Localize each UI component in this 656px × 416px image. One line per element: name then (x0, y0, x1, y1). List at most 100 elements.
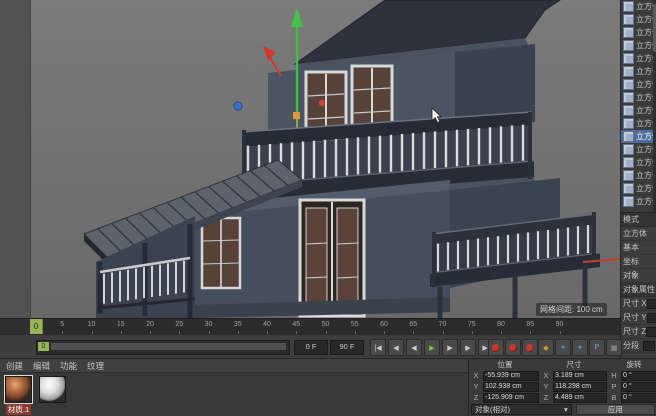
material-menu-bar: 创建 编辑 功能 纹理 (0, 359, 468, 373)
object-manager-item[interactable]: 立方体 (621, 0, 656, 13)
material-item[interactable]: 材质.1 (4, 376, 33, 415)
side-window[interactable] (200, 216, 242, 290)
attribute-value-box[interactable] (646, 298, 656, 309)
material-menu-功能[interactable]: 功能 (60, 360, 77, 372)
record-options-button[interactable] (522, 339, 538, 356)
coord-header-2[interactable]: 尺寸 (541, 360, 607, 370)
object-manager-item[interactable]: 立方体 (621, 91, 656, 104)
timeline-playhead[interactable]: 0 (30, 319, 43, 335)
frame-end-input[interactable]: 90 F (330, 340, 364, 355)
record-keyframe-button[interactable] (488, 339, 504, 356)
object-manager-item[interactable]: 立方体 (621, 13, 656, 26)
ruler-tick-label: 70 (438, 321, 447, 328)
coord-header-3[interactable]: 旋转 (609, 360, 656, 370)
next-frame-button[interactable]: ▶ (442, 339, 458, 356)
goto-start-button[interactable]: |◀ (370, 339, 386, 356)
object-manager-item[interactable]: 立方体 (621, 39, 656, 52)
red-axis-arrow-icon[interactable] (263, 46, 276, 61)
coordinates-grid: 位置 尺寸 旋转 X -55.939 cm X 3.189 cm H 0 ° Y 102.938 c… (471, 360, 656, 403)
red-axis-handle[interactable] (318, 99, 326, 107)
attribute-value-box[interactable] (646, 312, 656, 323)
gizmo-center-handle[interactable] (293, 112, 300, 119)
rotation-value-input[interactable]: 0 ° (621, 393, 656, 403)
material-menu-纹理[interactable]: 纹理 (87, 360, 104, 372)
apply-button[interactable]: 应用 (575, 404, 655, 415)
key-rotation-button[interactable]: ● (572, 339, 588, 356)
double-door[interactable] (298, 198, 366, 318)
key-pla-button[interactable]: ▦ (606, 339, 622, 356)
attribute-row[interactable]: 对象属性 (621, 283, 656, 297)
attribute-row[interactable]: 尺寸 Z (621, 325, 656, 339)
position-value-input[interactable]: 102.938 cm (483, 382, 539, 392)
y-axis-arrow-icon[interactable] (291, 8, 303, 27)
frame-start-input[interactable]: 0 F (294, 340, 328, 355)
house-model[interactable] (83, 0, 601, 318)
previous-frame-button[interactable]: ◀ (406, 339, 422, 356)
ruler-tick-label: 35 (233, 321, 242, 328)
object-manager-item[interactable]: 立方体 (621, 143, 656, 156)
cube-object-icon (623, 105, 634, 116)
material-name-label[interactable]: 材质.1 (5, 404, 32, 415)
attribute-row[interactable]: 基本 (621, 241, 656, 255)
scene-canvas[interactable] (0, 0, 620, 318)
object-manager-item[interactable]: 立方体 (621, 169, 656, 182)
attribute-row[interactable]: 坐标 (621, 255, 656, 269)
application-window: 网格间距: 100 cm 立方体立方体立方体立方体立方体立方体立方体立方体立方体… (0, 0, 656, 416)
rotation-value-input[interactable]: 0 ° (621, 371, 656, 381)
attribute-row[interactable]: 尺寸 X (621, 297, 656, 311)
ruler-tick-label: 55 (350, 321, 359, 328)
object-manager-item[interactable]: 立方体 (621, 182, 656, 195)
size-axis-label: X (543, 371, 549, 380)
material-thumbnail-wood[interactable] (5, 376, 32, 403)
ruler-tick-label: 25 (175, 321, 184, 328)
object-manager-item[interactable]: 立方体 (621, 78, 656, 91)
blue-axis-handle[interactable] (233, 101, 243, 111)
object-manager-item[interactable]: 立方体 (621, 52, 656, 65)
material-manager-panel: 创建 编辑 功能 纹理 材质.1 (0, 358, 468, 416)
key-scale-button[interactable]: ● (555, 339, 571, 356)
object-manager-item[interactable]: 立方体 (621, 65, 656, 78)
attribute-label: 对象 (623, 271, 639, 280)
previous-key-button[interactable]: ◀ (388, 339, 404, 356)
play-button[interactable]: ▶ (424, 339, 440, 356)
attribute-row[interactable]: 对象 (621, 269, 656, 283)
attribute-row[interactable]: 尺寸 Y (621, 311, 656, 325)
size-axis-label: Y (543, 382, 549, 391)
key-parameter-button[interactable]: P (589, 339, 605, 356)
coord-header-1[interactable]: 位置 (471, 360, 539, 370)
size-value-input[interactable]: 3.189 cm (553, 371, 607, 381)
cube-object-icon (623, 1, 634, 12)
attribute-label: 坐标 (623, 257, 639, 266)
current-frame-marker[interactable]: 0 (38, 342, 49, 351)
material-menu-创建[interactable]: 创建 (6, 360, 23, 372)
record-autokey-button[interactable] (505, 339, 521, 356)
attribute-value-box[interactable] (643, 340, 655, 351)
position-value-input[interactable]: -55.939 cm (483, 371, 539, 381)
size-value-input[interactable]: 4.489 cm (553, 393, 607, 403)
size-value-input[interactable]: 118.298 cm (553, 382, 607, 392)
material-item[interactable] (38, 376, 67, 415)
next-key-button[interactable]: ▶ (460, 339, 476, 356)
object-manager-item[interactable]: 立方体 (621, 156, 656, 169)
coordinate-space-dropdown[interactable]: 对象(相对) ▾ (471, 404, 572, 415)
material-thumbnail-white[interactable] (39, 376, 66, 403)
object-manager-item[interactable]: 立方体 (621, 104, 656, 117)
attribute-row[interactable]: 模式 (621, 213, 656, 227)
rotation-value-input[interactable]: 0 ° (621, 382, 656, 392)
timeline-range-slider[interactable]: 0 (36, 340, 290, 355)
attribute-row[interactable]: 立方体 (621, 227, 656, 241)
material-menu-编辑[interactable]: 编辑 (33, 360, 50, 372)
position-axis-label: X (473, 371, 479, 380)
object-manager-item[interactable]: 立方体 (621, 26, 656, 39)
object-manager-item[interactable]: 立方体 (621, 130, 656, 143)
cube-object-icon (623, 53, 634, 64)
attribute-label: 尺寸 Y (623, 313, 647, 322)
object-manager-item[interactable]: 立方体 (621, 195, 656, 208)
position-value-input[interactable]: -125.909 cm (483, 393, 539, 403)
attribute-row[interactable]: 分段 (621, 339, 656, 353)
attribute-value-box[interactable] (646, 326, 656, 337)
viewport-3d[interactable]: 网格间距: 100 cm (0, 0, 620, 318)
key-position-button[interactable]: ◆ (538, 339, 554, 356)
object-manager-item[interactable]: 立方体 (621, 117, 656, 130)
ruler-tick-label: 15 (116, 321, 125, 328)
